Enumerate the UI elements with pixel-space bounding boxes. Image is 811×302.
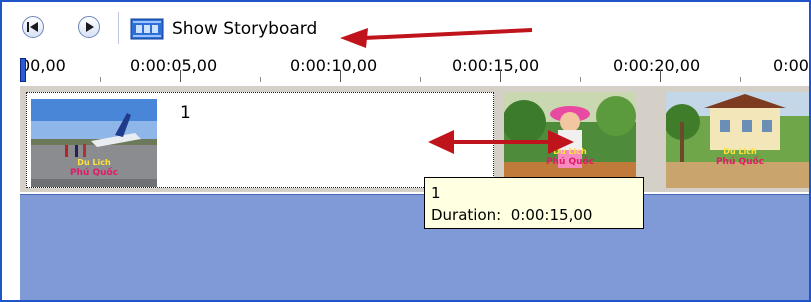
airplane-runway-image: Du Lich Phú Quốc: [31, 99, 157, 187]
resort-building-image: Du Lich Phú Quốc: [666, 92, 809, 188]
clip-thumbnail: Du Lich Phú Quốc: [31, 99, 157, 187]
ruler-minor-tick: [740, 77, 741, 82]
tooltip-duration: Duration: 0:00:15,00: [431, 204, 637, 226]
thumb-caption-top: Du Lich: [723, 147, 757, 156]
clip-1[interactable]: Du Lich Phú Quốc 1: [26, 92, 494, 188]
timeline-window: Show Storyboard 00,00 0:00:05,00 0:00:10…: [0, 0, 811, 302]
ruler-minor-tick: [580, 77, 581, 82]
audio-track[interactable]: [20, 194, 809, 300]
ruler-minor-tick: [100, 77, 101, 82]
ruler-tick-label: 00,00: [20, 56, 66, 75]
thumb-caption-top: Du Lich: [553, 147, 587, 156]
thumb-caption-main: Phú Quốc: [716, 156, 764, 167]
playhead-marker[interactable]: [20, 58, 26, 82]
girl-garden-image: Du Lich Phú Quốc: [504, 92, 636, 188]
clip-tooltip: 1 Duration: 0:00:15,00: [424, 177, 644, 229]
clip-3[interactable]: Du Lich Phú Quốc: [662, 90, 809, 190]
toolbar-separator: [118, 12, 119, 44]
thumb-caption-main: Phú Quốc: [546, 156, 594, 167]
play-button[interactable]: [78, 16, 100, 38]
tooltip-duration-label: Duration:: [431, 206, 502, 224]
ruler-tick: [340, 70, 341, 82]
ruler-tick: [660, 70, 661, 82]
clip-2[interactable]: Du Lich Phú Quốc: [500, 90, 657, 190]
ruler-tick-label: 0:00: [773, 56, 809, 75]
timeline-toolbar: Show Storyboard: [2, 2, 809, 54]
ruler-minor-tick: [260, 77, 261, 82]
timeline-ruler[interactable]: 00,00 0:00:05,00 0:00:10,00 0:00:15,00 0…: [2, 54, 809, 82]
clip-thumbnail: Du Lich Phú Quốc: [504, 92, 636, 188]
tooltip-duration-value: 0:00:15,00: [510, 206, 593, 224]
skip-back-icon: [27, 22, 38, 32]
ruler-tick-label: 0:00:15,00: [452, 56, 540, 75]
rewind-button[interactable]: [22, 16, 44, 38]
clip-thumbnail: Du Lich Phú Quốc: [666, 92, 809, 188]
ruler-tick-label: 0:00:05,00: [130, 56, 218, 75]
ruler-tick-label: 0:00:20,00: [613, 56, 701, 75]
thumb-caption-top: Du Lich: [77, 158, 111, 167]
play-icon: [86, 22, 94, 32]
thumb-caption-main: Phú Quốc: [70, 167, 118, 178]
show-storyboard-button[interactable]: Show Storyboard: [172, 19, 317, 39]
ruler-tick: [500, 70, 501, 82]
clip-number: 1: [180, 103, 191, 123]
ruler-tick: [180, 70, 181, 82]
storyboard-icon[interactable]: [130, 18, 164, 40]
tooltip-title: 1: [431, 184, 441, 202]
ruler-tick-label: 0:00:10,00: [290, 56, 378, 75]
ruler-minor-tick: [420, 77, 421, 82]
